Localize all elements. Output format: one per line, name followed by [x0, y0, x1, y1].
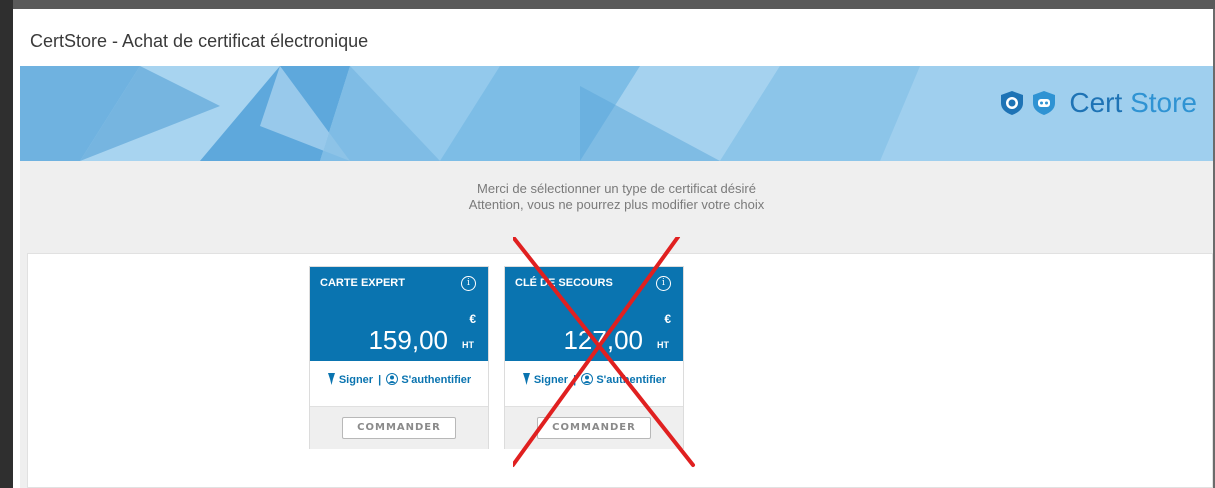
feature-sign: Signer — [338, 374, 374, 386]
header-banner: Cert Store — [20, 66, 1213, 161]
card-footer: COMMANDER — [310, 406, 488, 449]
product-price: 159,00 — [368, 325, 448, 355]
feature-separator: | — [378, 374, 382, 386]
product-name: CARTE EXPERT — [320, 277, 405, 289]
product-features: Signer | S'authentifier — [310, 373, 488, 386]
brand-name-store: Store — [1130, 87, 1197, 118]
product-card-carte-expert[interactable]: CARTE EXPERT i € 159,00 HT Signer | S'au… — [309, 266, 489, 449]
card-header: CARTE EXPERT i € 159,00 HT — [310, 267, 488, 361]
screen-left-edge — [0, 0, 13, 488]
order-button[interactable]: COMMANDER — [342, 417, 456, 439]
screen-top-edge — [0, 0, 1215, 9]
window-title: CertStore - Achat de certificat électron… — [30, 31, 369, 51]
price-unit: HT — [462, 340, 474, 350]
user-icon — [386, 373, 399, 385]
info-icon[interactable]: i — [461, 276, 476, 291]
brand-name: Cert Store — [1069, 87, 1197, 119]
cert-store-logo: Cert Store — [999, 83, 1197, 123]
badge-icon — [1001, 91, 1024, 115]
feature-authenticate: S'authentifier — [401, 374, 472, 386]
shield-icon — [1033, 91, 1056, 115]
pen-icon — [327, 373, 335, 385]
notice-line-select: Merci de sélectionner un type de certifi… — [477, 181, 756, 196]
notice-line-warning: Attention, vous ne pourrez plus modifier… — [468, 197, 765, 212]
dialog-window: CertStore - Achat de certificat électron… — [13, 9, 1213, 488]
currency-symbol: € — [469, 312, 476, 326]
brand-name-cert: Cert — [1069, 87, 1123, 118]
red-cross-annotation — [513, 237, 695, 467]
title-bar: CertStore - Achat de certificat électron… — [13, 9, 1213, 66]
